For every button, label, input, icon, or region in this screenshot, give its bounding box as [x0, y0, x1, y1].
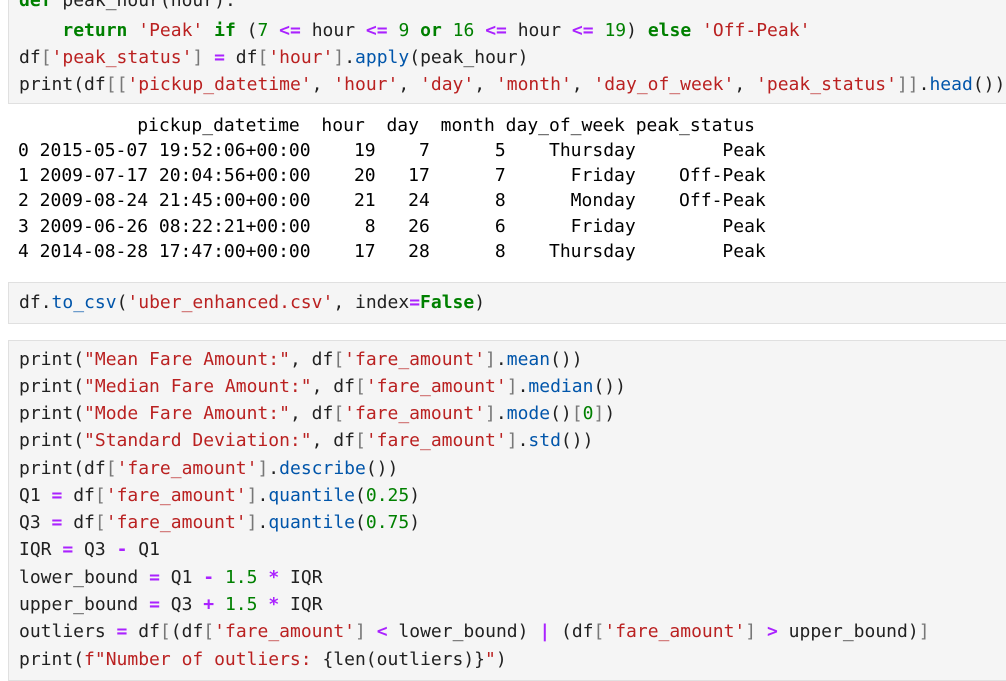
- output-row: 2 2009-08-24 21:45:00+00:00 21 24 8 Mond…: [18, 190, 766, 211]
- output-header-row: pickup_datetime hour day month day_of_we…: [18, 115, 755, 136]
- code-cell-to-csv[interactable]: df.to_csv('uber_enhanced.csv', index=Fal…: [8, 282, 1006, 324]
- output-row: 3 2009-06-26 08:22:21+00:00 8 26 6 Frida…: [18, 216, 766, 237]
- code-line: print(f"Number of outliers: {len(outlier…: [19, 649, 507, 670]
- code-line: print(df['fare_amount'].describe()): [19, 458, 399, 479]
- code-line: print(df[['pickup_datetime', 'hour', 'da…: [19, 74, 1006, 95]
- code-line: outliers = df[(df['fare_amount'] < lower…: [19, 621, 930, 642]
- code-line: def peak_hour(hour):: [19, 0, 236, 11]
- output-row: 4 2014-08-28 17:47:00+00:00 17 28 8 Thur…: [18, 241, 766, 262]
- code-line: df['peak_status'] = df['hour'].apply(pea…: [19, 47, 529, 68]
- code-line: df.to_csv('uber_enhanced.csv', index=Fal…: [19, 292, 486, 313]
- code-cell-peak-hour[interactable]: def peak_hour(hour): return 'Peak' if (7…: [8, 0, 1006, 104]
- output-row: 0 2015-05-07 19:52:06+00:00 19 7 5 Thurs…: [18, 140, 766, 161]
- output-row: 1 2009-07-17 20:04:56+00:00 20 17 7 Frid…: [18, 165, 766, 186]
- code-line: print("Standard Deviation:", df['fare_am…: [19, 430, 594, 451]
- code-line: upper_bound = Q3 + 1.5 * IQR: [19, 594, 323, 615]
- code-line: print("Mode Fare Amount:", df['fare_amou…: [19, 403, 616, 424]
- code-line: Q1 = df['fare_amount'].quantile(0.25): [19, 485, 421, 506]
- code-line: lower_bound = Q1 - 1.5 * IQR: [19, 567, 323, 588]
- code-line: Q3 = df['fare_amount'].quantile(0.75): [19, 512, 421, 533]
- code-line: return 'Peak' if (7 <= hour <= 9 or 16 <…: [62, 20, 811, 41]
- code-line: print("Mean Fare Amount:", df['fare_amou…: [19, 349, 583, 370]
- code-cell-fare-stats[interactable]: print("Mean Fare Amount:", df['fare_amou…: [8, 340, 1006, 681]
- code-line: print("Median Fare Amount:", df['fare_am…: [19, 376, 626, 397]
- code-line: IQR = Q3 - Q1: [19, 539, 160, 560]
